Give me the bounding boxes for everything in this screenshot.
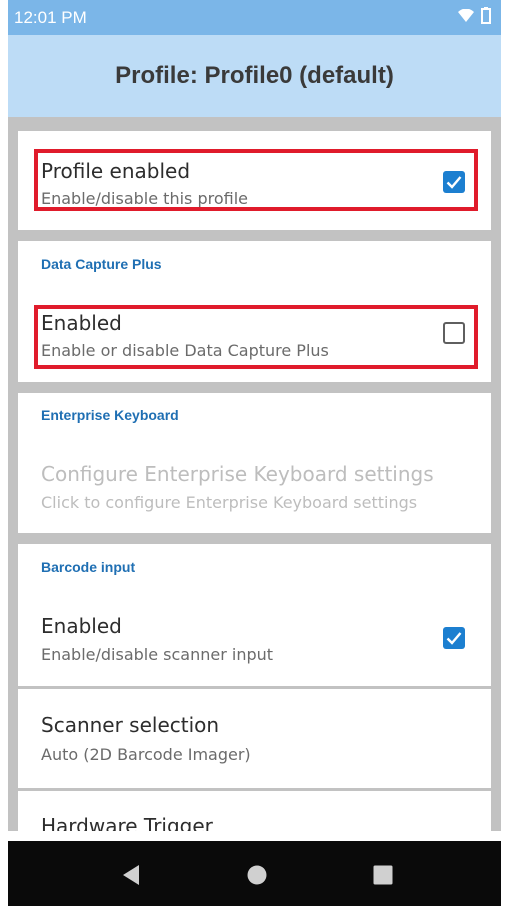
enterprise-keyboard-card: Enterprise Keyboard Configure Enterprise… [18, 393, 491, 533]
recents-icon[interactable] [373, 865, 393, 889]
section-header-enterprise-keyboard: Enterprise Keyboard [41, 407, 179, 423]
scanner-selection-row[interactable]: Scanner selection Auto (2D Barcode Image… [18, 689, 491, 788]
configure-enterprise-keyboard-row[interactable]: Configure Enterprise Keyboard settings C… [18, 439, 491, 533]
section-header-data-capture-plus: Data Capture Plus [41, 256, 162, 272]
barcode-enabled-checkbox[interactable] [443, 627, 465, 649]
highlight-box-data-capture-plus [34, 305, 478, 369]
navigation-bar [8, 841, 501, 906]
highlight-box-profile-enabled [34, 149, 478, 211]
hardware-trigger-row[interactable]: Hardware Trigger [18, 791, 491, 831]
battery-icon [481, 7, 491, 28]
status-icons [458, 7, 491, 28]
scanner-selection-title: Scanner selection [41, 713, 220, 737]
barcode-enabled-row[interactable]: Enabled Enable/disable scanner input [18, 588, 491, 687]
scanner-selection-summary: Auto (2D Barcode Imager) [41, 745, 251, 764]
app-bar: Profile: Profile0 (default) [8, 35, 501, 117]
configure-enterprise-keyboard-summary: Click to configure Enterprise Keyboard s… [41, 493, 418, 512]
back-icon[interactable] [121, 864, 141, 890]
preferences-list[interactable]: Profile enabled Enable/disable this prof… [8, 117, 501, 831]
status-bar: 12:01 PM [8, 0, 501, 35]
section-header-barcode-input: Barcode input [41, 559, 136, 575]
home-icon[interactable] [247, 865, 267, 889]
checkmark-icon [446, 632, 462, 645]
configure-enterprise-keyboard-title: Configure Enterprise Keyboard settings [41, 462, 434, 486]
hardware-trigger-title: Hardware Trigger [41, 814, 213, 831]
barcode-enabled-title: Enabled [41, 614, 122, 638]
status-time: 12:01 PM [14, 7, 87, 27]
barcode-enabled-summary: Enable/disable scanner input [41, 645, 274, 664]
page-title: Profile: Profile0 (default) [115, 62, 394, 89]
wifi-icon [458, 8, 474, 27]
barcode-input-card: Barcode input Enabled Enable/disable sca… [18, 544, 491, 831]
